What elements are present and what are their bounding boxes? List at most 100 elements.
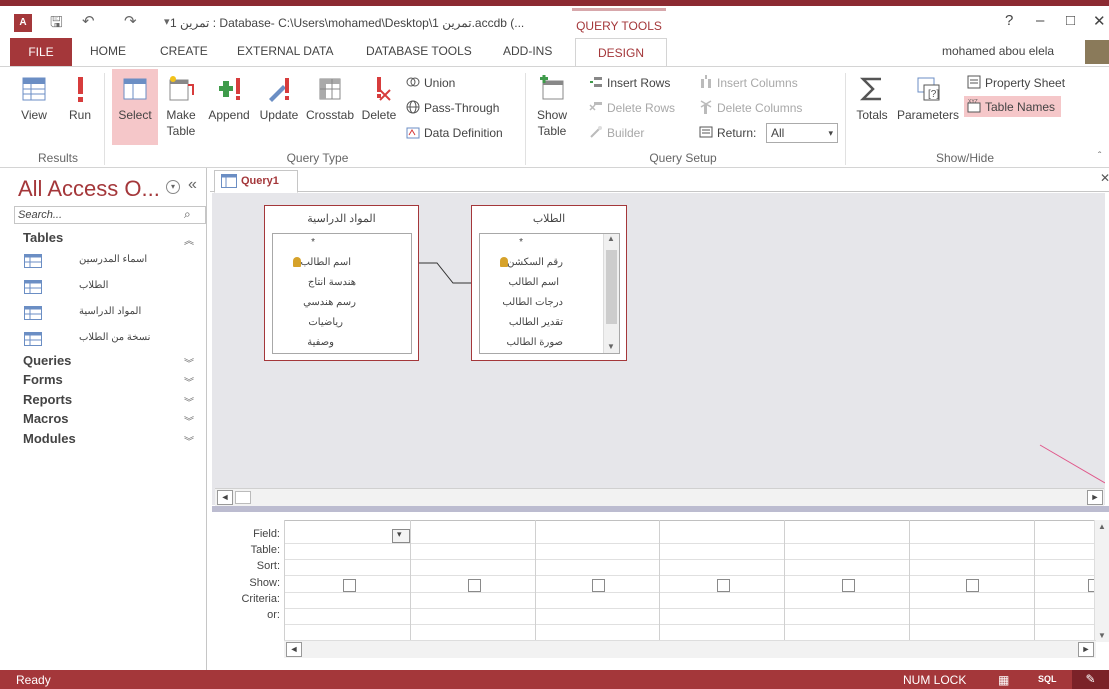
expand-chevron-icon[interactable]: ︾	[184, 374, 194, 389]
field-item[interactable]: *	[311, 237, 315, 248]
tab-query1[interactable]: Query1	[214, 170, 298, 193]
scroll-right-icon[interactable]: ►	[1087, 490, 1103, 505]
table-field-list[interactable]: المواد الدراسية * اسم الطالب هندسة انتاج…	[264, 205, 419, 361]
sql-view-button[interactable]: SQL	[1038, 674, 1057, 684]
scroll-down-icon[interactable]: ▼	[607, 342, 615, 351]
field-dropdown-button[interactable]: ▾	[392, 529, 410, 543]
field-item[interactable]: اسم الطالب	[508, 277, 559, 288]
tab-file[interactable]: FILE	[10, 38, 72, 66]
nav-group-queries[interactable]: Queries	[23, 353, 71, 368]
field-item[interactable]: رسم هندسي	[303, 297, 356, 308]
field-item[interactable]: درجات الطالب	[502, 297, 563, 308]
save-icon[interactable]: 🖫	[50, 12, 63, 37]
tab-create[interactable]: CREATE	[160, 44, 208, 58]
field-list-scrollbar[interactable]: ▲ ▼	[603, 234, 619, 353]
access-app-icon[interactable]: A	[14, 14, 32, 32]
user-name[interactable]: mohamed abou elela	[942, 44, 1054, 58]
crosstab-button[interactable]: Crosstab	[303, 75, 357, 123]
show-checkbox[interactable]	[717, 579, 730, 592]
tab-add-ins[interactable]: ADD-INS	[503, 44, 552, 58]
nav-group-forms[interactable]: Forms	[23, 372, 63, 387]
expand-chevron-icon[interactable]: ︾	[184, 413, 194, 428]
scroll-thumb[interactable]	[606, 250, 617, 324]
table-names-button[interactable]: XYZ Table Names	[964, 96, 1062, 117]
help-button[interactable]: ?	[1005, 12, 1013, 29]
show-checkbox[interactable]	[468, 579, 481, 592]
nav-group-reports[interactable]: Reports	[23, 392, 72, 407]
search-icon[interactable]: ⌕	[184, 207, 191, 222]
nav-pane-title[interactable]: All Access O...	[18, 176, 160, 202]
maximize-button[interactable]: □	[1066, 12, 1075, 29]
minimize-button[interactable]: –	[1036, 12, 1044, 29]
show-checkbox[interactable]	[343, 579, 356, 592]
field-item[interactable]: اسم الطالب	[300, 257, 351, 268]
return-select[interactable]: All ▾	[766, 123, 838, 143]
tab-design[interactable]: DESIGN	[575, 38, 667, 67]
redo-icon[interactable]: ↷	[124, 12, 137, 30]
nav-group-tables[interactable]: Tables	[23, 230, 63, 245]
make-table-button[interactable]: Make Table	[162, 75, 200, 139]
parameters-button[interactable]: [?] Parameters	[895, 75, 961, 123]
table-title[interactable]: الطلاب	[472, 206, 626, 232]
nav-item-table[interactable]: المواد الدراسية	[24, 304, 204, 324]
field-item[interactable]: وصفية	[307, 337, 334, 348]
nav-group-modules[interactable]: Modules	[23, 431, 76, 446]
data-definition-button[interactable]: Data Definition	[406, 125, 503, 140]
datasheet-view-icon[interactable]: ▦	[998, 673, 1009, 687]
show-checkbox[interactable]	[966, 579, 979, 592]
view-button[interactable]: View	[14, 75, 54, 123]
delete-query-button[interactable]: Delete	[358, 75, 400, 123]
design-horizontal-scrollbar[interactable]: ◄ ►	[215, 488, 1104, 506]
table-title[interactable]: المواد الدراسية	[265, 206, 418, 232]
tab-database-tools[interactable]: DATABASE TOOLS	[366, 44, 472, 58]
expand-chevron-icon[interactable]: ︾	[184, 355, 194, 370]
insert-rows-button[interactable]: Insert Rows	[589, 75, 670, 90]
table-field-list[interactable]: الطلاب * رقم السكشن اسم الطالب درجات الط…	[471, 205, 627, 361]
design-view-icon[interactable]: ✎	[1072, 670, 1109, 689]
close-document-icon[interactable]: ✕	[1100, 171, 1109, 185]
field-item[interactable]: رقم السكشن	[507, 257, 563, 268]
scroll-left-icon[interactable]: ◄	[286, 642, 302, 657]
expand-chevron-icon[interactable]: ︾	[184, 394, 194, 409]
scroll-right-icon[interactable]: ►	[1078, 642, 1094, 657]
select-button[interactable]: Select	[112, 69, 158, 145]
show-checkbox[interactable]	[842, 579, 855, 592]
nav-item-table[interactable]: اسماء المدرسين	[24, 252, 204, 272]
pass-through-button[interactable]: Pass-Through	[406, 100, 499, 115]
undo-icon[interactable]: ↶	[82, 12, 95, 30]
search-input[interactable]: Search...	[14, 206, 206, 224]
append-button[interactable]: Append	[204, 75, 254, 123]
scroll-thumb[interactable]	[235, 491, 251, 504]
grid-horizontal-scrollbar[interactable]: ◄ ►	[284, 640, 1096, 658]
tab-home[interactable]: HOME	[90, 44, 126, 58]
tab-external-data[interactable]: EXTERNAL DATA	[237, 44, 333, 58]
field-item[interactable]: هندسة انتاج	[308, 277, 356, 288]
avatar[interactable]	[1085, 40, 1109, 64]
show-table-button[interactable]: Show Table	[532, 75, 572, 139]
union-button[interactable]: Union	[406, 75, 455, 90]
nav-item-table[interactable]: نسخة من الطلاب	[24, 330, 204, 350]
expand-chevron-icon[interactable]: ︾	[184, 433, 194, 448]
close-button[interactable]: ✕	[1093, 12, 1106, 30]
grid-vertical-scrollbar[interactable]: ▲ ▼	[1094, 520, 1109, 642]
update-button[interactable]: Update	[256, 75, 302, 123]
field-item[interactable]: *	[519, 237, 523, 248]
shutter-bar-close-icon[interactable]: «	[188, 176, 197, 194]
field-item[interactable]: صورة الطالب	[507, 337, 563, 348]
property-sheet-button[interactable]: Property Sheet	[967, 75, 1065, 90]
nav-item-table[interactable]: الطلاب	[24, 278, 204, 298]
totals-button[interactable]: Totals	[851, 75, 893, 123]
scroll-up-icon[interactable]: ▲	[607, 234, 615, 243]
scroll-down-icon[interactable]: ▼	[1098, 631, 1106, 640]
nav-group-macros[interactable]: Macros	[23, 411, 69, 426]
scroll-left-icon[interactable]: ◄	[217, 490, 233, 505]
quick-access-customize-icon[interactable]: ▾	[164, 15, 170, 28]
field-item[interactable]: تقدير الطالب	[509, 317, 563, 328]
collapse-chevron-icon[interactable]: ︽	[184, 232, 194, 247]
field-item[interactable]: رياضيات	[308, 317, 343, 328]
run-button[interactable]: Run	[62, 75, 98, 123]
show-checkbox[interactable]	[592, 579, 605, 592]
collapse-ribbon-icon[interactable]: ˆ	[1098, 151, 1101, 162]
scroll-up-icon[interactable]: ▲	[1098, 522, 1106, 531]
nav-menu-chevron-icon[interactable]: ▾	[166, 180, 180, 194]
